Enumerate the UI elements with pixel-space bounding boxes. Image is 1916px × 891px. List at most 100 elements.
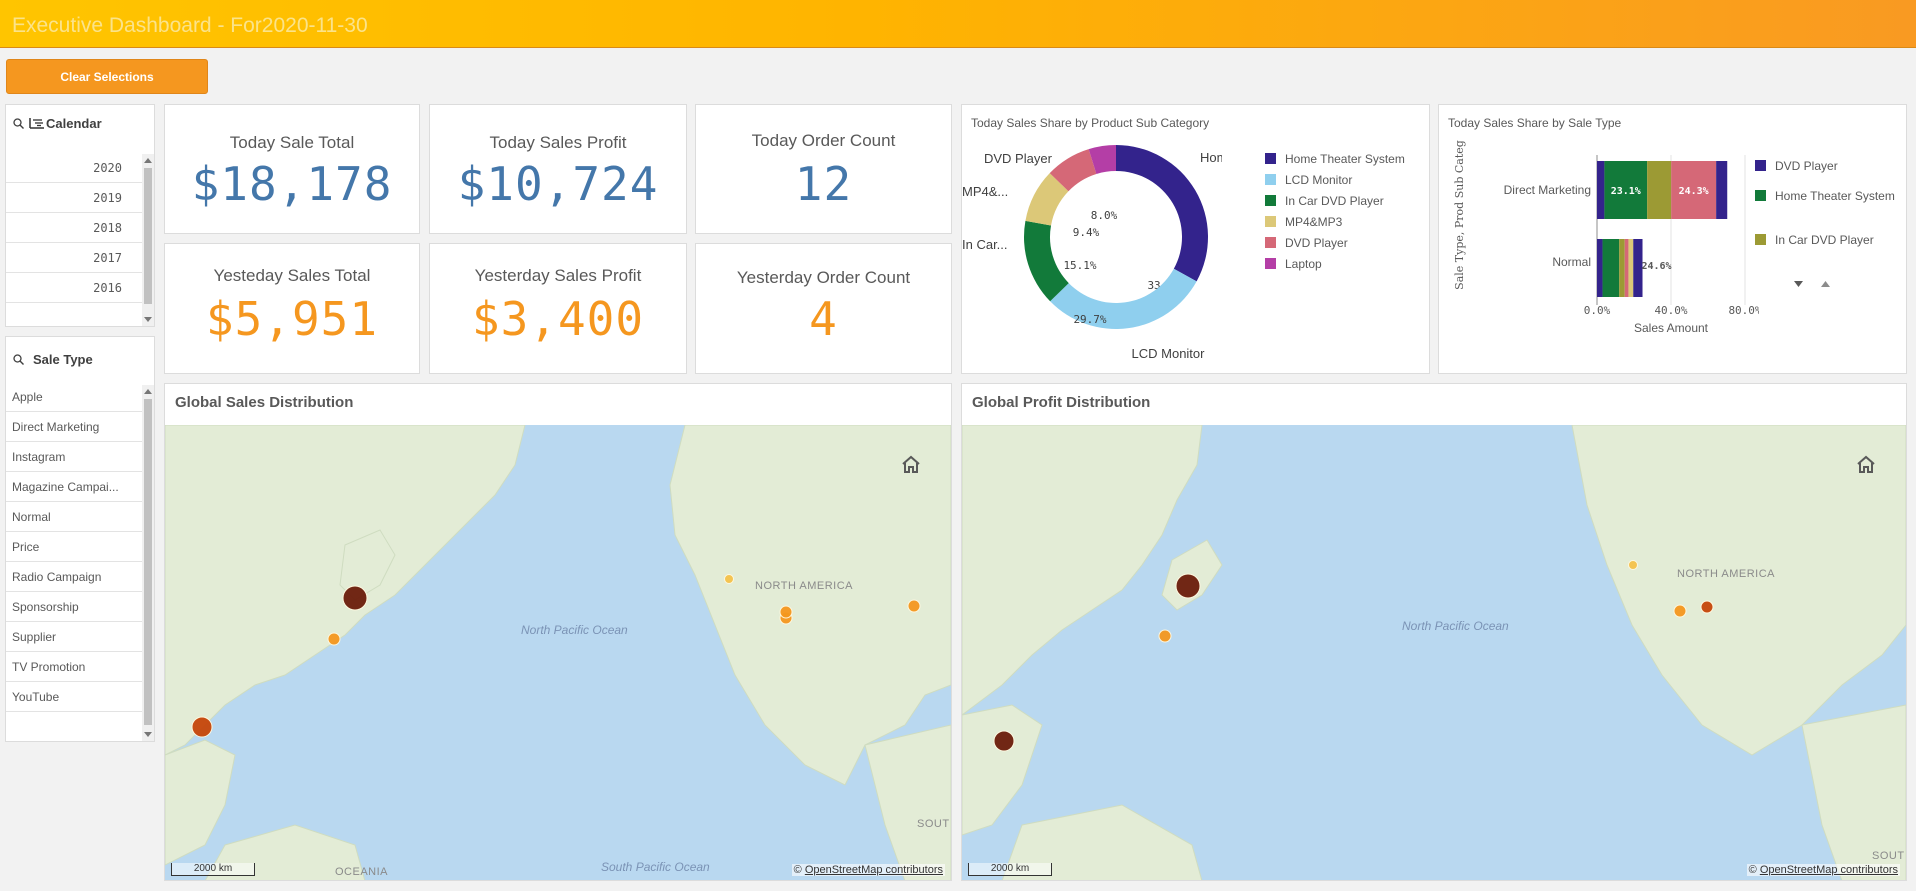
map-marker[interactable] — [342, 585, 368, 611]
sale-type-item[interactable]: YouTube — [6, 683, 142, 712]
attribution-link[interactable]: OpenStreetMap contributors — [1760, 864, 1898, 876]
calendar-year-item[interactable]: 2019 — [6, 184, 142, 213]
scroll-down-arrow-icon[interactable] — [144, 317, 152, 322]
legend-item[interactable]: In Car DVD Player — [1755, 233, 1895, 247]
kpi-card-yesterday-order-count[interactable]: Yesterday Order Count 4 — [695, 243, 952, 374]
legend-item[interactable]: DVD Player — [1755, 159, 1895, 173]
sale-type-item[interactable]: Radio Campaign — [6, 563, 142, 592]
calendar-year-item[interactable]: 2018 — [6, 214, 142, 243]
map-marker[interactable] — [724, 574, 734, 584]
map-marker[interactable] — [1628, 560, 1638, 570]
calendar-scrollbar[interactable] — [142, 154, 154, 326]
sale-type-filter: Sale Type Apple Direct Marketing Instagram… — [5, 336, 155, 742]
donut-slice[interactable] — [1050, 268, 1197, 329]
drill-down-icon — [29, 118, 44, 129]
attribution-link[interactable]: OpenStreetMap contributors — [805, 864, 943, 876]
legend-label: DVD Player — [1285, 236, 1348, 250]
map-marker[interactable] — [1175, 573, 1201, 599]
kpi-value: 12 — [794, 157, 853, 211]
legend-swatch — [1265, 195, 1276, 206]
search-icon — [13, 117, 24, 129]
legend-down-arrow-icon[interactable] — [1794, 281, 1803, 287]
map-marker[interactable] — [907, 599, 921, 613]
sale-type-share-chart-panel: Today Sales Share by Sale Type 0.0% 40.0%… — [1438, 104, 1907, 374]
donut-slice[interactable] — [1116, 145, 1208, 282]
donut-category-label: In Car... — [962, 237, 1008, 252]
calendar-filter-header[interactable]: Calendar — [6, 105, 154, 141]
sale-type-scrollbar[interactable] — [142, 385, 154, 741]
sale-type-item[interactable]: Instagram — [6, 443, 142, 472]
sale-type-item[interactable]: Apple — [6, 383, 142, 412]
bar-segment[interactable] — [1602, 239, 1620, 297]
x-tick-label: 40.0% — [1654, 304, 1687, 317]
legend-item[interactable]: LCD Monitor — [1265, 173, 1352, 187]
sales-map[interactable]: North Pacific Ocean South Pacific Ocean NO… — [165, 425, 951, 880]
legend-swatch — [1755, 190, 1766, 201]
legend-item[interactable]: DVD Player — [1265, 236, 1348, 250]
scroll-down-arrow-icon[interactable] — [144, 732, 152, 737]
map-canvas[interactable] — [962, 425, 1906, 880]
calendar-scroll-thumb[interactable] — [144, 168, 152, 304]
legend-swatch — [1265, 174, 1276, 185]
legend-item[interactable]: Home Theater System — [1755, 189, 1895, 203]
sale-type-scroll-thumb[interactable] — [144, 399, 152, 725]
sale-type-item[interactable]: TV Promotion — [6, 653, 142, 682]
legend-item[interactable]: Laptop — [1265, 257, 1322, 271]
clear-selections-button[interactable]: Clear Selections — [6, 59, 208, 94]
x-axis-title: Sales Amount — [1634, 321, 1709, 335]
stacked-bar-chart[interactable]: 0.0% 40.0% 80.0% Direct Marketing Normal 23.1… — [1439, 125, 1759, 375]
x-tick-label: 80.0% — [1728, 304, 1759, 317]
sale-type-item[interactable]: Magazine Campai... — [6, 473, 142, 502]
donut-chart[interactable]: 33.0%Home ...29.7%LCD Monitor15.1%In Car… — [962, 125, 1222, 375]
map-marker[interactable] — [779, 605, 793, 619]
sale-type-item[interactable]: Supplier — [6, 623, 142, 652]
donut-category-label: DVD Player — [984, 151, 1053, 166]
bar-segment[interactable] — [1597, 239, 1603, 297]
profit-map[interactable]: North Pacific Ocean NORTH AMERICA SOUT 2000… — [962, 425, 1906, 880]
sale-type-item[interactable]: Price — [6, 533, 142, 562]
kpi-card-yesterday-sales-total[interactable]: Yesteday Sales Total $5,951 — [164, 243, 420, 374]
bar-segment[interactable] — [1597, 161, 1605, 219]
sale-type-item[interactable]: Direct Marketing — [6, 413, 142, 442]
sale-type-filter-header[interactable]: Sale Type — [6, 341, 154, 377]
map-marker[interactable] — [1673, 604, 1687, 618]
bar-segment[interactable] — [1647, 161, 1672, 219]
scroll-up-arrow-icon[interactable] — [144, 389, 152, 394]
kpi-card-today-sales-profit[interactable]: Today Sales Profit $10,724 — [429, 104, 687, 234]
scroll-up-arrow-icon[interactable] — [144, 158, 152, 163]
map-attribution: © OpenStreetMap contributors — [1746, 864, 1900, 876]
calendar-filter-title: Calendar — [46, 115, 102, 131]
donut-category-label: MP4&... — [962, 184, 1008, 199]
kpi-card-yesterday-sales-profit[interactable]: Yesterday Sales Profit $3,400 — [429, 243, 687, 374]
home-icon[interactable] — [901, 455, 921, 473]
home-icon[interactable] — [1856, 455, 1876, 473]
sale-type-item[interactable]: Normal — [6, 503, 142, 532]
legend-label: In Car DVD Player — [1775, 233, 1874, 247]
donut-slice[interactable] — [1024, 220, 1069, 302]
map-marker[interactable] — [993, 730, 1015, 752]
legend-up-arrow-icon[interactable] — [1821, 281, 1830, 287]
map-canvas[interactable] — [165, 425, 951, 880]
map-marker[interactable] — [327, 632, 341, 646]
map-marker[interactable] — [1158, 629, 1172, 643]
kpi-title: Today Sale Total — [229, 133, 355, 152]
legend-item[interactable]: MP4&MP3 — [1265, 215, 1342, 229]
legend-label: MP4&MP3 — [1285, 215, 1343, 229]
bar-segment[interactable] — [1624, 239, 1629, 297]
calendar-year-item[interactable]: 2017 — [6, 244, 142, 273]
dashboard-title: Executive Dashboard - For2020-11-30 — [12, 14, 368, 37]
bar-segment[interactable] — [1619, 239, 1625, 297]
map-marker[interactable] — [191, 716, 213, 738]
map-marker[interactable] — [1700, 600, 1714, 614]
sale-type-item[interactable]: Sponsorship — [6, 593, 142, 622]
calendar-year-item[interactable]: 2016 — [6, 274, 142, 303]
kpi-card-today-order-count[interactable]: Today Order Count 12 — [695, 104, 952, 234]
legend-item[interactable]: In Car DVD Player — [1265, 194, 1384, 208]
global-profit-map-panel: Global Profit Distribution North Pacific… — [961, 383, 1907, 881]
bar-segment[interactable] — [1716, 161, 1728, 219]
calendar-year-item[interactable]: 2020 — [6, 154, 142, 183]
category-label: Direct Marketing — [1504, 183, 1591, 197]
legend-item[interactable]: Home Theater System — [1265, 152, 1405, 166]
kpi-card-today-sale-total[interactable]: Today Sale Total $18,178 — [164, 104, 420, 234]
bar-segment[interactable] — [1628, 239, 1634, 297]
